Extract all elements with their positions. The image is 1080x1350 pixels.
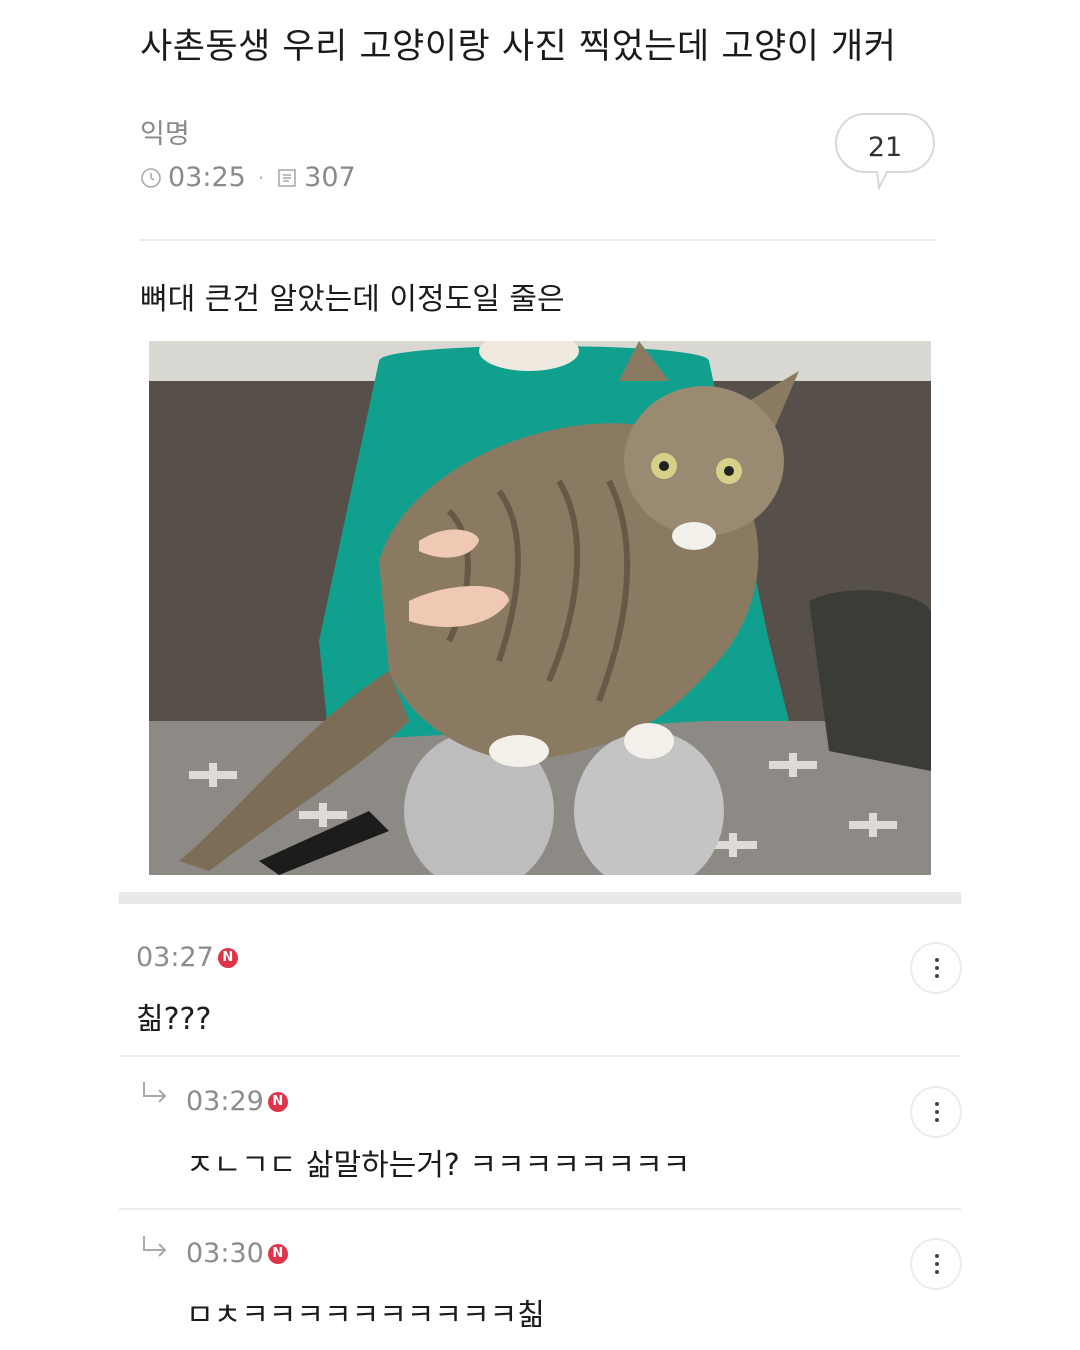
meta-separator: · xyxy=(257,165,265,190)
post-body: 뼈대 큰건 알았는데 이정도일 줄은 xyxy=(140,282,565,317)
reply-arrow-icon xyxy=(143,1082,167,1103)
cat-photo-illustration xyxy=(149,341,931,875)
document-icon xyxy=(278,168,296,187)
post-title: 사촌동생 우리 고양이랑 사진 찍었는데 고양이 개커 xyxy=(140,27,897,67)
comment-meta: 03:29 N xyxy=(186,1086,288,1117)
comment-time: 03:30 xyxy=(186,1238,264,1269)
comment-count-button[interactable]: 21 xyxy=(835,112,935,192)
post-photo-cat[interactable] xyxy=(149,341,931,875)
comment-count: 21 xyxy=(867,132,903,163)
reply-arrow-icon xyxy=(143,1236,167,1257)
comment-time: 03:27 xyxy=(136,942,214,973)
new-badge: N xyxy=(267,1243,288,1264)
section-divider xyxy=(119,892,961,904)
more-vertical-icon[interactable] xyxy=(910,1238,962,1290)
divider xyxy=(140,239,937,241)
post-meta: 03:25 · 307 xyxy=(140,162,356,193)
comment-text: 칢??? xyxy=(136,1002,212,1037)
comment-meta: 03:30 N xyxy=(186,1238,288,1269)
comment-text: ㅈㄴㄱㄷ 삶말하는거? ㅋㅋㅋㅋㅋㅋㅋㅋ xyxy=(186,1148,691,1183)
post-views: 307 xyxy=(304,162,356,193)
new-badge: N xyxy=(217,947,238,968)
divider xyxy=(119,1055,961,1057)
more-vertical-icon[interactable] xyxy=(910,942,962,994)
clock-icon xyxy=(141,167,161,188)
comment-time: 03:29 xyxy=(186,1086,264,1117)
new-badge: N xyxy=(267,1091,288,1112)
post-time: 03:25 xyxy=(168,162,246,193)
comment-text: ㅁㅊㅋㅋㅋㅋㅋㅋㅋㅋㅋㅋ칢 xyxy=(186,1298,545,1333)
post-author: 익명 xyxy=(140,119,190,150)
comment-meta: 03:27 N xyxy=(136,942,238,973)
divider xyxy=(119,1208,961,1210)
more-vertical-icon[interactable] xyxy=(910,1086,962,1138)
